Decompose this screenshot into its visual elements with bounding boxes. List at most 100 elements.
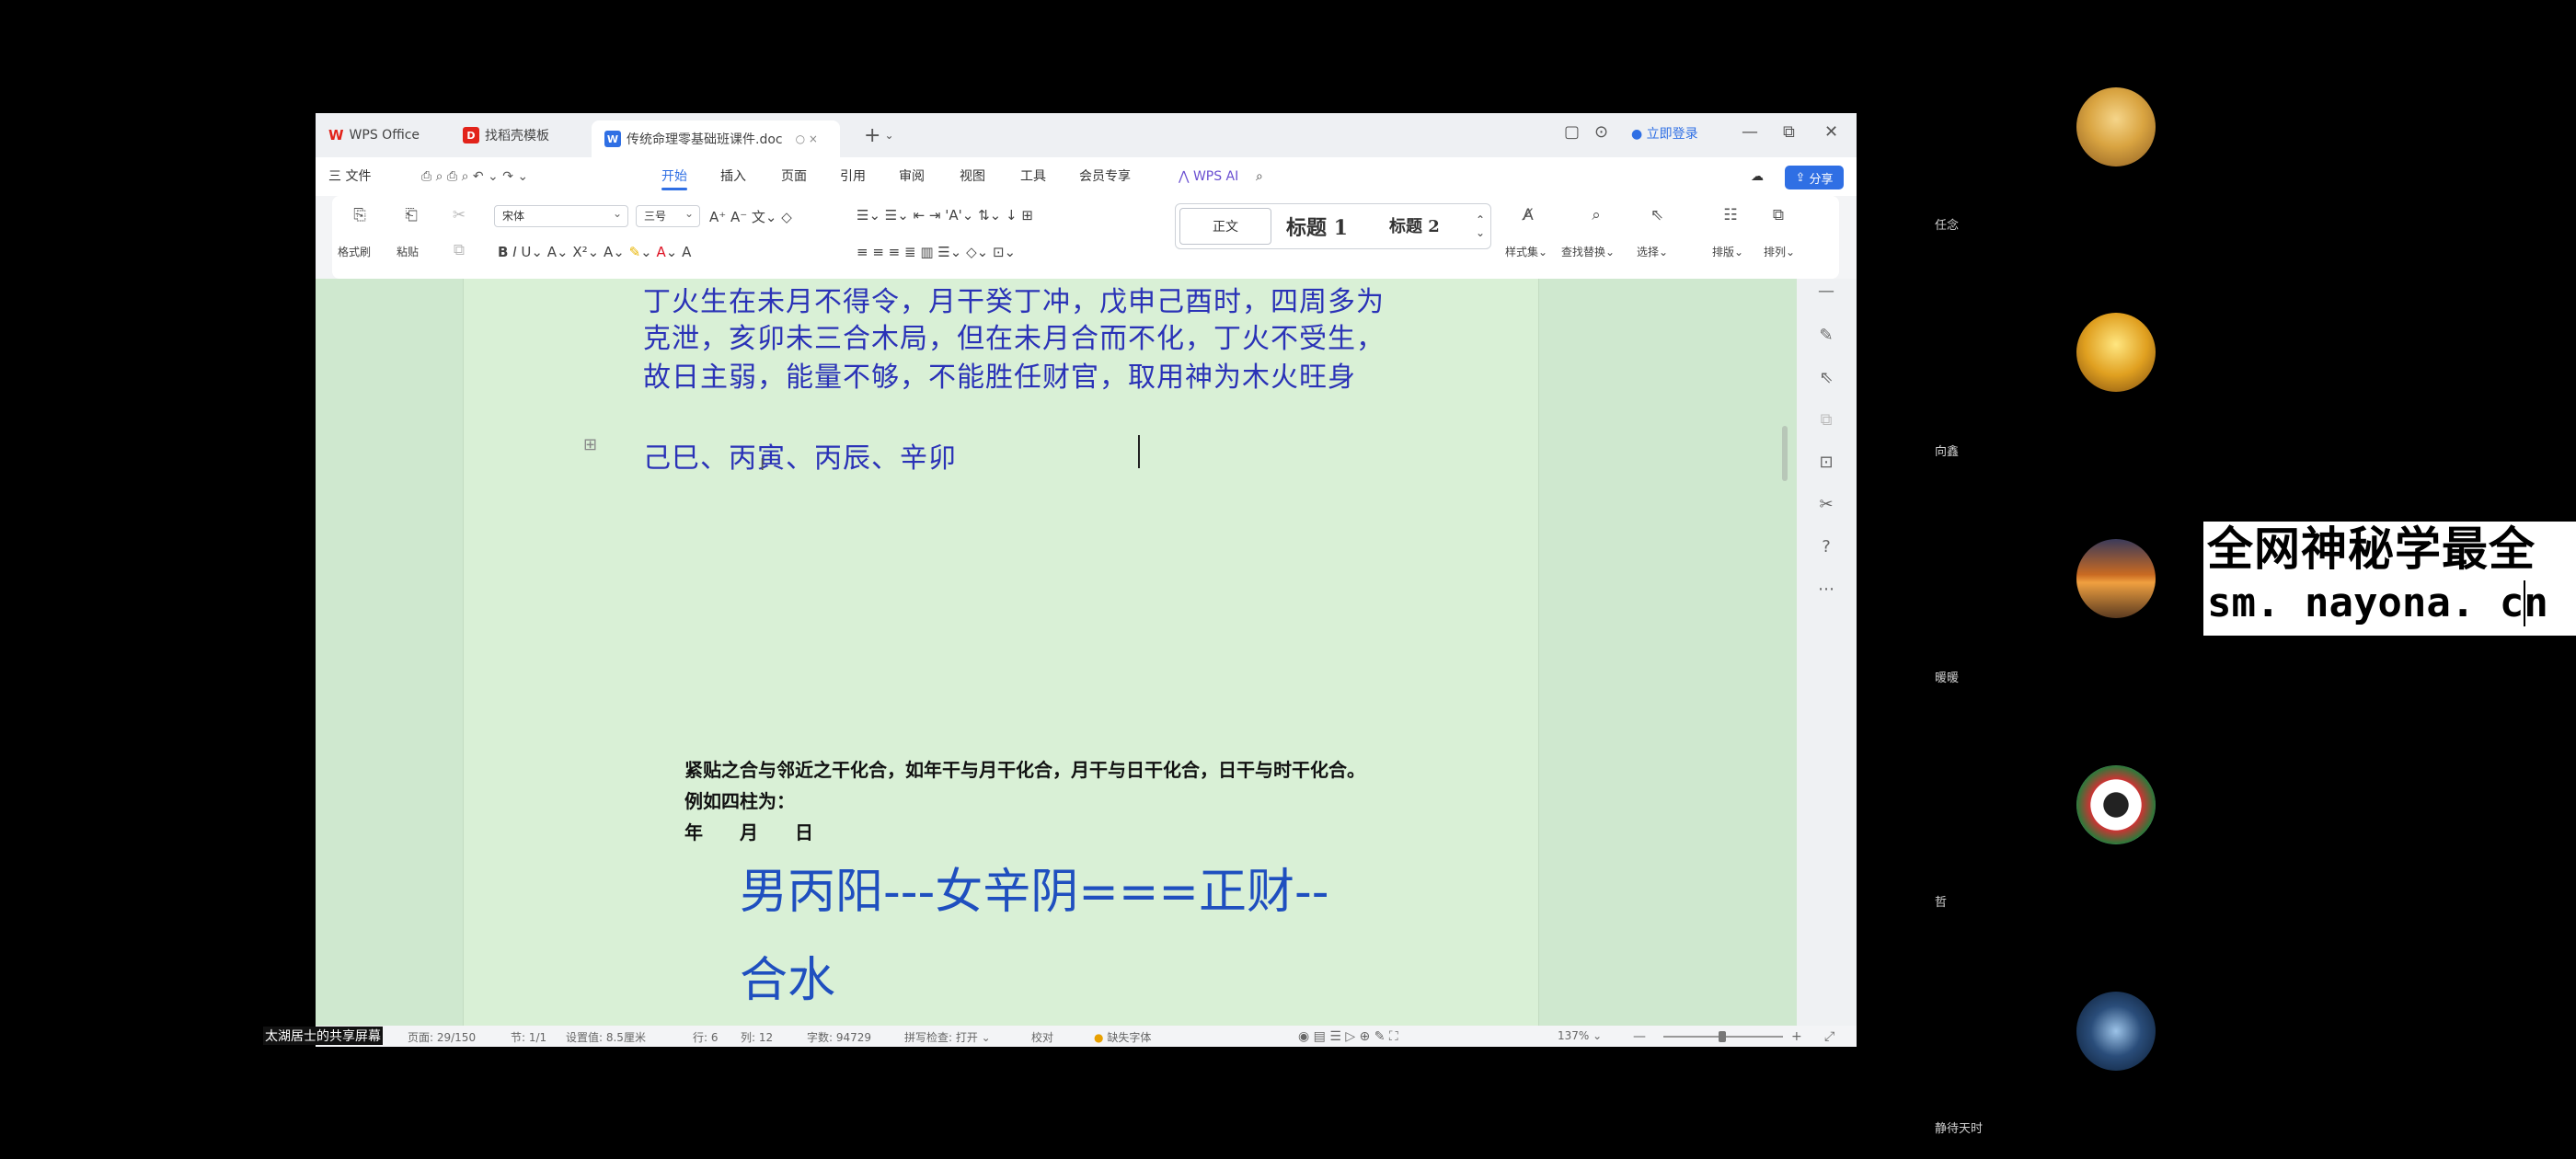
find-replace-icon[interactable]: ⌕ xyxy=(1585,205,1607,225)
arrange-button[interactable]: 排列⌄ xyxy=(1764,244,1795,259)
style-heading-2[interactable]: 标题 2 xyxy=(1389,213,1440,237)
tab-label: WPS Office xyxy=(349,128,420,143)
menu-view[interactable]: 视图 xyxy=(960,157,985,196)
quick-toolbar-icons[interactable]: ⎙ ⌕ ⎙ ⌕ ↶ ⌄ ↷ ⌄ xyxy=(421,157,528,196)
zoom-out-button[interactable]: — xyxy=(1633,1029,1646,1044)
paste-label[interactable]: 粘贴 xyxy=(397,244,419,259)
style-heading-1[interactable]: 标题 1 xyxy=(1286,212,1348,241)
tab-wps-office[interactable]: W WPS Office xyxy=(328,119,420,152)
tab-docer-template[interactable]: D 找稻壳模板 xyxy=(463,119,549,152)
layout-button[interactable]: 排版⌄ xyxy=(1712,244,1743,259)
tab-label: 传统命理零基础班课件.doc xyxy=(627,132,783,147)
menu-references[interactable]: 引用 xyxy=(840,157,866,196)
user-icon: ● xyxy=(1631,127,1643,142)
table-move-handle-icon[interactable]: ⊞ xyxy=(583,435,597,454)
paragraph[interactable]: 故日主弱，能量不够，不能胜任财官，取用神为木火旺身 xyxy=(643,354,1356,395)
login-link[interactable]: ● 立即登录 xyxy=(1631,124,1698,143)
font-size-buttons[interactable]: A⁺ A⁻ 文⌄ ◇ xyxy=(709,207,792,226)
paste-icon[interactable]: ⎗ xyxy=(400,205,422,225)
watermark-cursor xyxy=(2524,580,2525,626)
zoom-in-button[interactable]: + xyxy=(1791,1029,1802,1044)
zoom-level[interactable]: 137% ⌄ xyxy=(1558,1029,1602,1042)
font-style-buttons[interactable]: B I U⌄ A⌄ X²⌄ A⌄ ✎⌄ A⌄ A xyxy=(498,244,691,260)
participant-avatar[interactable] xyxy=(2076,992,2156,1071)
zoom-slider-knob[interactable] xyxy=(1719,1031,1726,1042)
align-buttons[interactable]: ≡ ≡ ≡ ≣ ▥ ☰⌄ ◇⌄ ⊡⌄ xyxy=(857,244,1016,260)
copy-format-icon[interactable]: ⧉ xyxy=(1815,409,1837,431)
menu-review[interactable]: 审阅 xyxy=(899,157,925,196)
tab-document[interactable]: W 传统命理零基础班课件.doc ○ × xyxy=(592,120,840,157)
collapse-icon[interactable]: — xyxy=(1815,281,1837,303)
translate-icon[interactable]: ⊡ xyxy=(1815,452,1837,474)
menu-insert[interactable]: 插入 xyxy=(720,157,746,196)
status-proofread[interactable]: 校对 xyxy=(1031,1029,1053,1045)
participant-avatar[interactable] xyxy=(2076,539,2156,618)
document-page[interactable]: 丁火生在未月不得令，月干癸丁冲，戊申己酉时，四周多为 克泄，亥卯未三合木局，但在… xyxy=(463,279,1539,1026)
style-normal[interactable]: 正文 xyxy=(1179,208,1271,245)
settings-icon[interactable]: ⊙ xyxy=(1594,122,1608,142)
search-icon[interactable]: ⌕ xyxy=(1256,157,1263,196)
menu-home[interactable]: 开始 xyxy=(661,157,687,196)
document-area[interactable]: 丁火生在未月不得令，月干癸丁冲，戊申己酉时，四周多为 克泄，亥卯未三合木局，但在… xyxy=(316,279,1857,1026)
copy-icon[interactable]: ⧉ xyxy=(448,240,470,260)
maximize-button[interactable]: ⧉ xyxy=(1783,122,1795,142)
fullscreen-icon[interactable]: ⤢ xyxy=(1824,1029,1834,1044)
view-mode-icons[interactable]: ◉ ▤ ☰ ▷ ⊕ ✎ ⛶ xyxy=(1298,1029,1398,1044)
layout-icon[interactable]: ☷ xyxy=(1719,205,1742,225)
status-missing-font[interactable]: ● 缺失字体 xyxy=(1094,1029,1151,1045)
tools-icon[interactable]: ✂ xyxy=(1815,494,1837,516)
find-replace-button[interactable]: 查找替换⌄ xyxy=(1561,244,1615,259)
pillars-line[interactable]: 己巳、丙寅、丙辰、辛卯 xyxy=(643,435,957,476)
more-icon[interactable]: ⋯ xyxy=(1815,579,1837,601)
new-tab-button[interactable]: + ⌄ xyxy=(864,119,894,152)
participant-avatar[interactable] xyxy=(2076,765,2156,844)
format-painter-label[interactable]: 格式刷 xyxy=(338,244,371,259)
watermark-line2: sm. nayona. cn xyxy=(2207,580,2548,626)
cursor-select-icon[interactable]: ⇖ xyxy=(1815,367,1837,389)
participant-name: 哲 xyxy=(1935,896,1948,910)
ribbon-toolbar: ⎘ 格式刷 ⎗ 粘贴 ✂ ⧉ 宋体 三号 A⁺ A⁻ 文⌄ ◇ B I U⌄ A… xyxy=(332,196,1839,279)
help-icon[interactable]: ? xyxy=(1815,536,1837,558)
window-layout-icon[interactable]: ▢ xyxy=(1564,122,1580,142)
format-painter-icon[interactable]: ⎘ xyxy=(349,205,371,225)
big-text-line[interactable]: 合水 xyxy=(740,941,835,1010)
status-section: 节: 1/1 xyxy=(511,1031,547,1044)
status-page[interactable]: 页面: 29/150 xyxy=(408,1029,476,1045)
font-size-select[interactable]: 三号 xyxy=(636,203,700,227)
participant-avatar[interactable] xyxy=(2076,313,2156,392)
status-word-count[interactable]: 字数: 94729 xyxy=(807,1029,871,1045)
big-text-line[interactable]: 男丙阳---女辛阴===正财-- xyxy=(740,853,1329,922)
status-bar: 页面: 29/150 节: 1/1 设置值: 8.5厘米 行: 6 列: 12 … xyxy=(316,1026,1857,1047)
styles-expand-icon[interactable]: ⌃ ⌄ xyxy=(1476,213,1485,239)
doc-text-line[interactable]: 年 月 日 xyxy=(684,818,813,844)
pen-icon[interactable]: ✎ xyxy=(1815,325,1837,347)
tab-close-icon[interactable]: ○ × xyxy=(796,132,818,145)
status-spell-check[interactable]: 拼写检查: 打开 ⌄ xyxy=(904,1029,991,1045)
file-menu[interactable]: 三 文件 xyxy=(328,157,371,196)
menu-page[interactable]: 页面 xyxy=(781,157,807,196)
wps-ai-button[interactable]: ⋀ WPS AI xyxy=(1179,157,1238,196)
style-set-button[interactable]: 样式集⌄ xyxy=(1505,244,1547,259)
minimize-button[interactable]: — xyxy=(1742,122,1758,142)
share-button[interactable]: ⇪ 分享 xyxy=(1785,166,1844,189)
font-name-select[interactable]: 宋体 xyxy=(494,203,628,227)
list-buttons[interactable]: ☰⌄ ☰⌄ ⇤ ⇥ 'A'⌄ ⇅⌄ ↓ ⊞ xyxy=(857,207,1033,224)
select-icon[interactable]: ⇖ xyxy=(1646,205,1668,225)
wps-logo-icon: W xyxy=(328,127,344,143)
cloud-icon[interactable]: ☁ xyxy=(1751,157,1764,196)
paragraph[interactable]: 丁火生在未月不得令，月干癸丁冲，戊申己酉时，四周多为 xyxy=(643,279,1385,319)
arrange-icon[interactable]: ⧉ xyxy=(1767,205,1789,225)
vertical-scrollbar[interactable] xyxy=(1778,279,1793,1026)
menu-member[interactable]: 会员专享 xyxy=(1079,157,1131,196)
screen-share-label: 太湖居士的共享屏幕 xyxy=(263,1027,383,1045)
participant-name: 向鑫 xyxy=(1935,445,1960,459)
participant-avatar[interactable] xyxy=(2076,87,2156,166)
menu-tools[interactable]: 工具 xyxy=(1020,157,1046,196)
close-button[interactable]: ✕ xyxy=(1824,122,1838,142)
paragraph[interactable]: 克泄，亥卯未三合木局，但在未月合而不化，丁火不受生， xyxy=(643,316,1385,356)
doc-text-line[interactable]: 紧贴之合与邻近之干化合，如年干与月干化合，月干与日干化合，日干与时干化合。 xyxy=(684,755,1365,782)
style-set-icon[interactable]: A̸ xyxy=(1517,205,1539,225)
cut-icon[interactable]: ✂ xyxy=(448,205,470,225)
doc-text-line[interactable]: 例如四柱为： xyxy=(684,786,795,813)
select-button[interactable]: 选择⌄ xyxy=(1637,244,1668,259)
